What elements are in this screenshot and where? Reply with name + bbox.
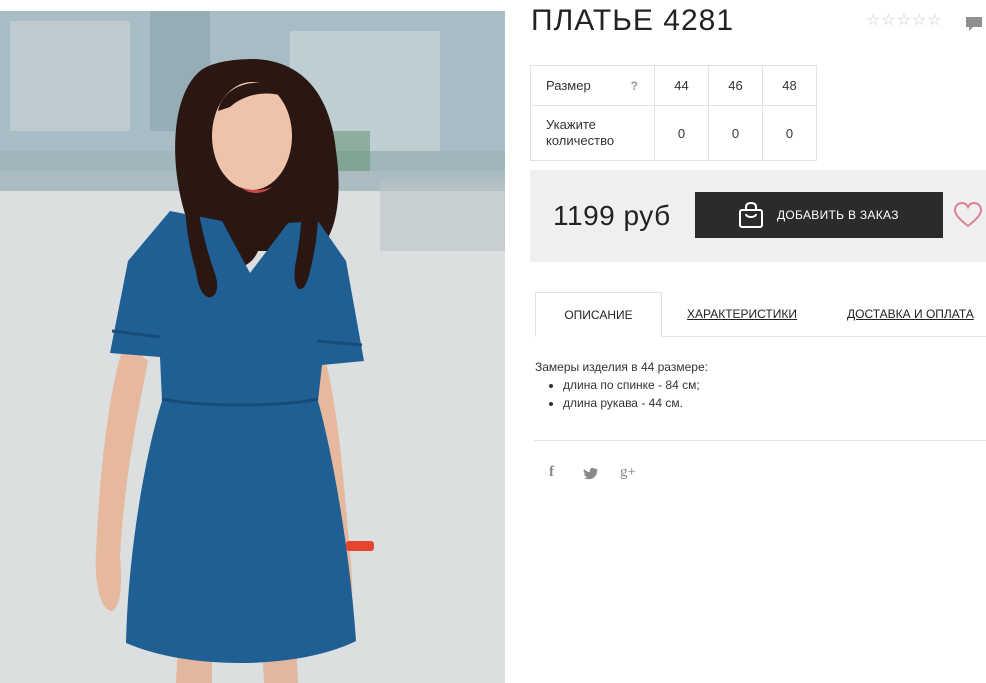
comment-icon[interactable] [964, 14, 984, 34]
buy-panel: 1199 руб ДОБАВИТЬ В ЗАКАЗ [530, 170, 986, 262]
shopping-bag-icon [739, 201, 763, 228]
list-item: длина рукава - 44 см. [563, 394, 708, 412]
star-icon[interactable]: ☆ [881, 12, 895, 30]
star-icon[interactable]: ☆ [927, 12, 941, 30]
star-icon[interactable]: ☆ [912, 12, 926, 30]
size-help-icon[interactable]: ? [631, 79, 638, 93]
size-option: 48 [762, 65, 817, 106]
quantity-input[interactable]: 0 [762, 105, 817, 161]
size-option: 44 [654, 65, 709, 106]
quantity-label: Укажите количество [546, 117, 615, 148]
size-option: 46 [708, 65, 763, 106]
rating-stars[interactable]: ☆ ☆ ☆ ☆ ☆ [866, 12, 942, 30]
divider [534, 440, 986, 441]
add-to-order-button[interactable]: ДОБАВИТЬ В ЗАКАЗ [695, 192, 943, 238]
description-list: длина по спинке - 84 см; длина рукава - … [535, 376, 708, 412]
twitter-icon[interactable] [583, 467, 599, 481]
googleplus-icon[interactable]: g+ [620, 464, 636, 481]
size-label: Размер [546, 78, 591, 93]
star-icon[interactable]: ☆ [897, 12, 911, 30]
quantity-input[interactable]: 0 [708, 105, 763, 161]
description-intro: Замеры изделия в 44 размере: [535, 360, 708, 374]
tab-delivery-payment[interactable]: ДОСТАВКА И ОПЛАТА [847, 307, 974, 321]
tab-description[interactable]: ОПИСАНИЕ [535, 292, 662, 337]
description-panel: Замеры изделия в 44 размере: длина по сп… [535, 360, 708, 412]
heart-icon[interactable] [954, 202, 982, 228]
list-item: длина по спинке - 84 см; [563, 376, 708, 394]
product-photo[interactable] [0, 11, 505, 683]
tab-characteristics[interactable]: ХАРАКТЕРИСТИКИ [687, 307, 797, 321]
facebook-icon[interactable]: f [549, 464, 554, 481]
add-to-order-label: ДОБАВИТЬ В ЗАКАЗ [777, 208, 899, 222]
quantity-input[interactable]: 0 [654, 105, 709, 161]
star-icon[interactable]: ☆ [866, 12, 880, 30]
product-title: ПЛАТЬЕ 4281 [531, 4, 735, 37]
size-table: Размер ? 44 46 48 Укажите количество 0 0… [530, 65, 817, 161]
product-price: 1199 руб [553, 200, 671, 231]
